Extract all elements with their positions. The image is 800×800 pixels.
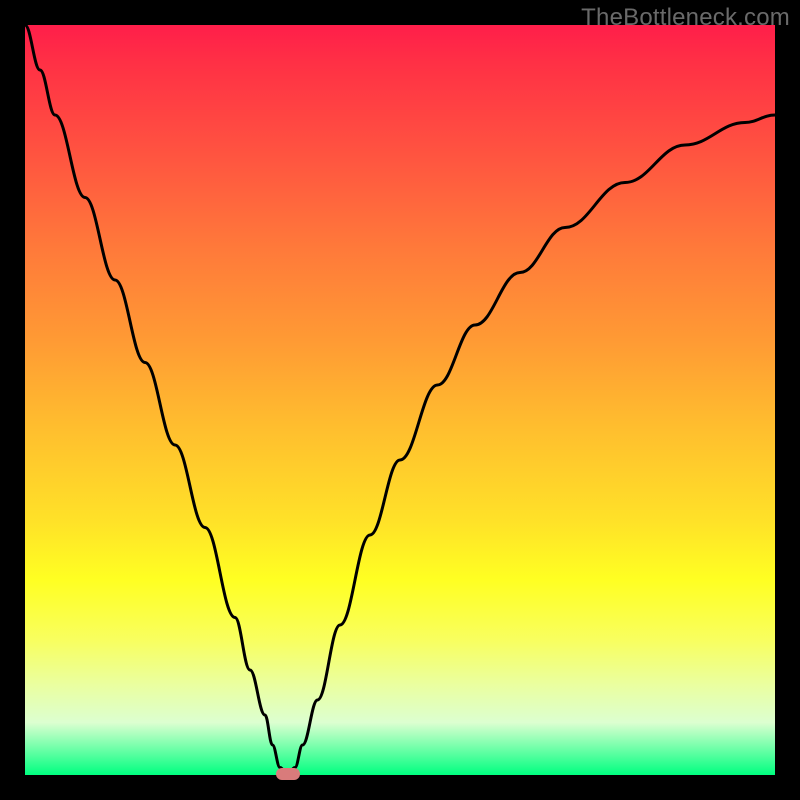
optimum-marker	[276, 768, 300, 780]
plot-area	[25, 25, 775, 775]
bottleneck-curve	[25, 25, 775, 775]
chart-frame: TheBottleneck.com	[0, 0, 800, 800]
curve-path	[25, 25, 775, 775]
watermark-text: TheBottleneck.com	[581, 4, 790, 32]
